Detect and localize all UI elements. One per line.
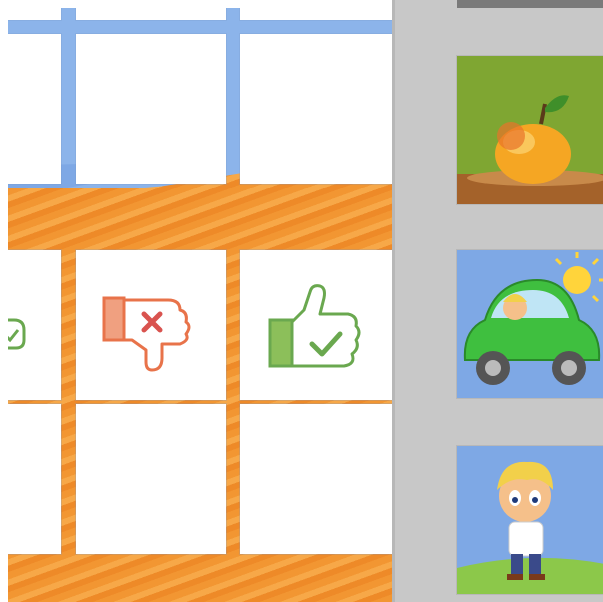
thumbnail-boy[interactable] (457, 446, 603, 594)
card-row1-right[interactable] (240, 34, 392, 184)
sorting-board (8, 8, 392, 602)
card-row1-middle[interactable] (76, 34, 226, 184)
card-like-partial[interactable] (8, 250, 61, 400)
car-icon (457, 250, 603, 398)
thumbnail-partial-top[interactable] (457, 0, 603, 8)
thumbs-up-icon (268, 284, 361, 368)
card-top-middle-partial[interactable] (76, 8, 226, 20)
picture-sidebar (392, 0, 603, 602)
boy-icon (457, 446, 603, 594)
card-top-left-partial[interactable] (8, 8, 61, 20)
card-dislike[interactable] (76, 250, 226, 400)
card-row3-left[interactable] (8, 404, 61, 554)
card-top-right-partial[interactable] (240, 8, 392, 20)
card-row3-middle[interactable] (76, 404, 226, 554)
card-row1-left[interactable] (8, 34, 61, 184)
card-row3-right[interactable] (240, 404, 392, 554)
card-like[interactable] (240, 250, 392, 400)
thumbs-up-icon (8, 318, 26, 350)
thumbs-down-icon (102, 296, 191, 372)
thumbnail-orange[interactable] (457, 56, 603, 204)
orange-fruit-icon (457, 56, 603, 204)
thumbnail-car[interactable] (457, 250, 603, 398)
